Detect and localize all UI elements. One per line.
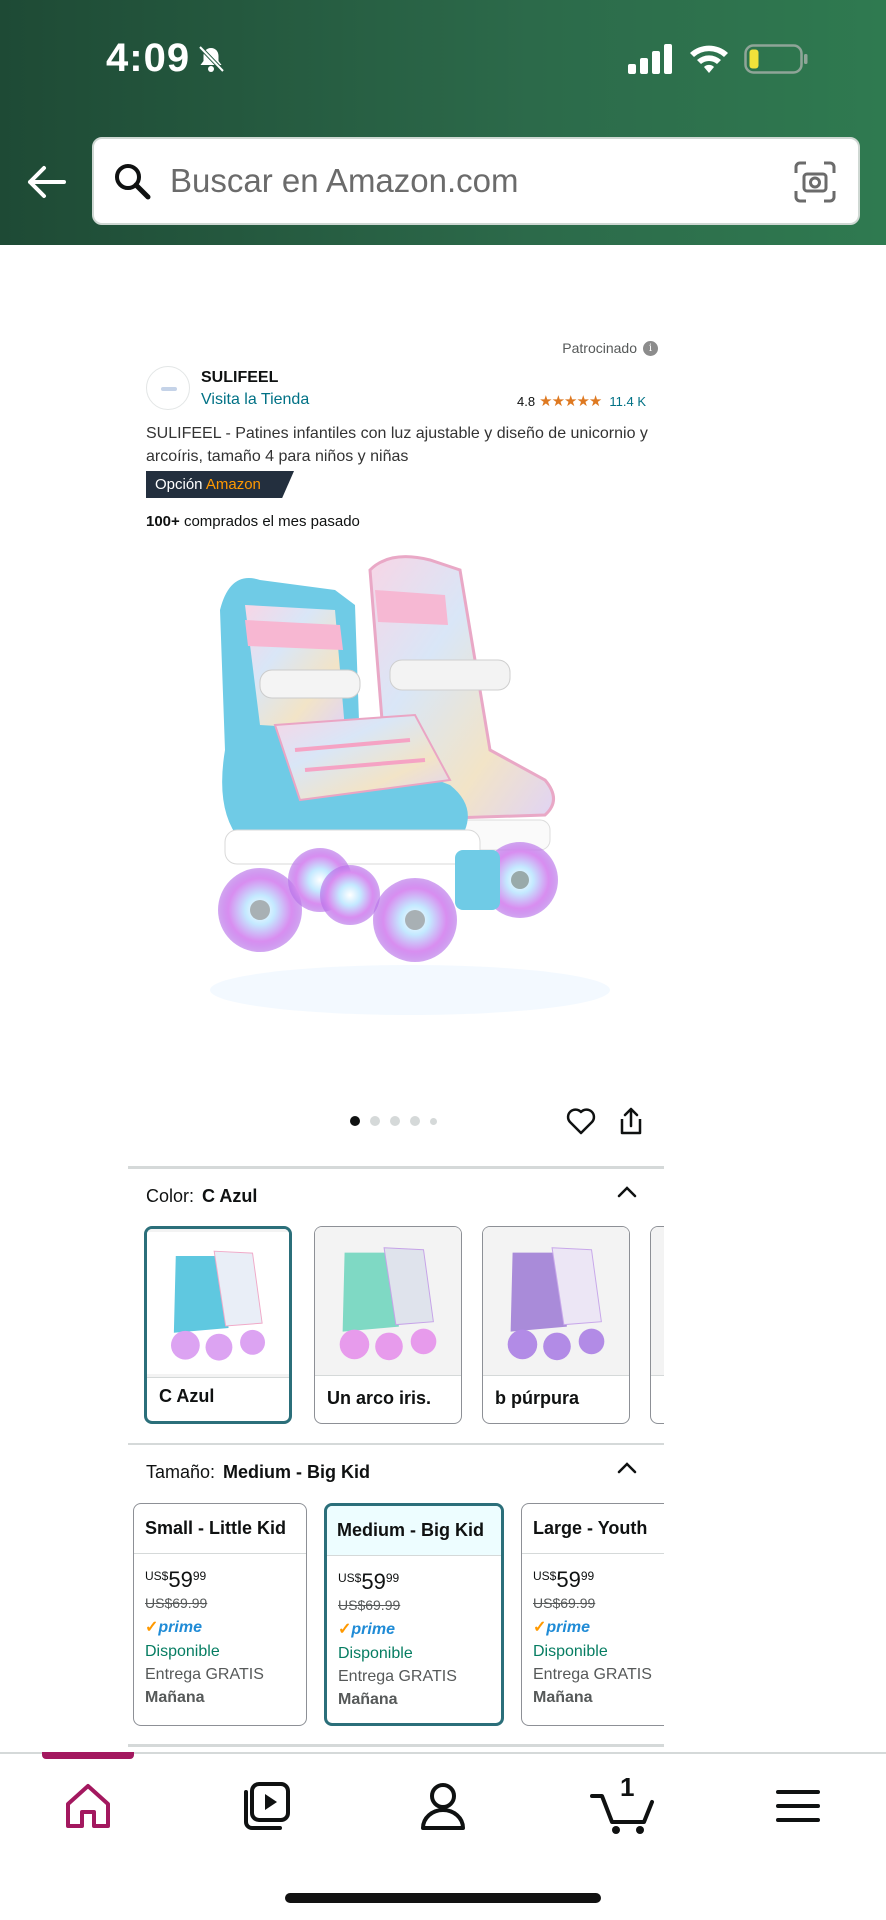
bought-last-month: 100+ comprados el mes pasado bbox=[146, 513, 360, 530]
battery-icon bbox=[744, 44, 808, 74]
delivery-day: Mañana bbox=[338, 1691, 398, 1708]
delivery-day: Mañana bbox=[145, 1689, 205, 1706]
menu-icon bbox=[776, 1790, 820, 1822]
star-rating-icon: ★★★★★ bbox=[539, 393, 602, 410]
delivery-text: Entrega GRATIS bbox=[338, 1668, 457, 1685]
prime-check-icon: ✓ bbox=[145, 1619, 159, 1636]
image-carousel-dots[interactable] bbox=[350, 1116, 437, 1126]
heart-icon[interactable] bbox=[566, 1107, 596, 1135]
divider bbox=[128, 1744, 664, 1747]
color-swatch[interactable]: C Azul bbox=[144, 1226, 292, 1424]
home-icon bbox=[66, 1784, 110, 1828]
status-time: 4:09 bbox=[106, 36, 191, 80]
swatch-image bbox=[147, 1229, 289, 1377]
size-option-card[interactable]: Small - Little Kid US$5999 US$69.99 ✓pri… bbox=[133, 1503, 307, 1726]
chevron-up-icon[interactable] bbox=[616, 1184, 638, 1198]
prime-check-icon: ✓ bbox=[338, 1621, 352, 1638]
brand-name: SULIFEEL bbox=[201, 369, 279, 386]
carousel-dot[interactable] bbox=[410, 1116, 420, 1126]
size-name: Medium - Big Kid bbox=[327, 1506, 501, 1556]
share-icon[interactable] bbox=[617, 1106, 645, 1136]
visit-store-link[interactable]: Visita la Tienda bbox=[201, 391, 309, 409]
price: US$5999 bbox=[145, 1567, 207, 1592]
delivery-text: Entrega GRATIS bbox=[533, 1666, 652, 1683]
size-selected: Medium - Big Kid bbox=[223, 1462, 371, 1482]
nav-video[interactable] bbox=[236, 1776, 296, 1836]
size-name: Large - Youth bbox=[522, 1504, 680, 1554]
person-icon bbox=[421, 1783, 465, 1830]
divider bbox=[128, 1166, 664, 1169]
product-image[interactable] bbox=[200, 550, 662, 1060]
availability: Disponible bbox=[145, 1643, 220, 1660]
size-option-card[interactable]: Large - Youth US$5999 US$69.99 ✓prime Di… bbox=[521, 1503, 681, 1726]
nav-home[interactable] bbox=[58, 1776, 118, 1836]
size-name: Small - Little Kid bbox=[134, 1504, 306, 1554]
rating-summary[interactable]: 4.8 ★★★★★ 11.4 K bbox=[517, 392, 646, 410]
back-arrow-icon[interactable] bbox=[24, 160, 68, 204]
search-input[interactable] bbox=[170, 139, 770, 223]
carousel-dot[interactable] bbox=[430, 1117, 437, 1125]
availability: Disponible bbox=[533, 1643, 608, 1660]
screen: 4:09 Buscar en Amazon.com Patrocinado i … bbox=[0, 0, 886, 1920]
carousel-dot[interactable] bbox=[350, 1116, 360, 1126]
list-price: US$69.99 bbox=[145, 1595, 208, 1611]
sponsored-label[interactable]: Patrocinado i bbox=[562, 340, 658, 356]
active-tab-indicator bbox=[42, 1752, 134, 1759]
color-section-label: Color: C Azul bbox=[146, 1186, 258, 1206]
size-section-label: Tamaño: Medium - Big Kid bbox=[146, 1462, 371, 1482]
product-title[interactable]: SULIFEEL - Patines infantiles con luz aj… bbox=[146, 422, 666, 468]
carousel-dot[interactable] bbox=[370, 1116, 380, 1126]
nav-menu[interactable] bbox=[768, 1776, 828, 1836]
color-swatch[interactable]: Un arco iris. bbox=[314, 1226, 462, 1424]
home-indicator-bar[interactable] bbox=[285, 1893, 601, 1903]
nav-account[interactable] bbox=[413, 1776, 473, 1836]
prime-badge: ✓prime bbox=[145, 1619, 202, 1636]
swatch-label: Un arco iris. bbox=[327, 1388, 432, 1408]
availability: Disponible bbox=[338, 1645, 413, 1662]
prime-check-icon: ✓ bbox=[533, 1619, 547, 1636]
amazons-choice-badge: Opción Amazon bbox=[146, 471, 294, 498]
signal-icon bbox=[628, 44, 672, 74]
price: US$5999 bbox=[338, 1569, 400, 1594]
prime-badge: ✓prime bbox=[338, 1621, 395, 1638]
color-selected: C Azul bbox=[202, 1186, 258, 1206]
swatch-image bbox=[483, 1227, 629, 1375]
camera-scan-icon[interactable] bbox=[794, 161, 836, 203]
top-header: 4:09 bbox=[0, 0, 886, 245]
swatch-label: C Azul bbox=[159, 1386, 215, 1406]
video-library-icon bbox=[244, 1782, 290, 1830]
swatch-image bbox=[315, 1227, 461, 1375]
chevron-up-icon[interactable] bbox=[616, 1460, 638, 1474]
color-swatch[interactable]: b púrpura bbox=[482, 1226, 630, 1424]
info-icon[interactable]: i bbox=[643, 340, 658, 356]
list-price: US$69.99 bbox=[338, 1597, 401, 1613]
review-count[interactable]: 11.4 K bbox=[609, 394, 646, 409]
price: US$5999 bbox=[533, 1567, 595, 1592]
delivery-text: Entrega GRATIS bbox=[145, 1666, 264, 1683]
wifi-icon bbox=[690, 45, 728, 73]
divider bbox=[128, 1443, 664, 1445]
delivery-day: Mañana bbox=[533, 1689, 593, 1706]
carousel-dot[interactable] bbox=[390, 1116, 400, 1126]
swatch-label: b púrpura bbox=[495, 1388, 579, 1408]
brand-logo[interactable] bbox=[146, 366, 190, 410]
search-icon bbox=[115, 164, 151, 200]
search-bar[interactable] bbox=[92, 137, 860, 225]
size-option-card[interactable]: Medium - Big Kid US$5999 US$69.99 ✓prime… bbox=[324, 1503, 504, 1726]
list-price: US$69.99 bbox=[533, 1595, 596, 1611]
rating-value: 4.8 bbox=[517, 393, 536, 409]
prime-badge: ✓prime bbox=[533, 1619, 590, 1636]
cart-count-badge: 1 bbox=[620, 1772, 635, 1802]
bell-muted-icon bbox=[198, 45, 225, 73]
